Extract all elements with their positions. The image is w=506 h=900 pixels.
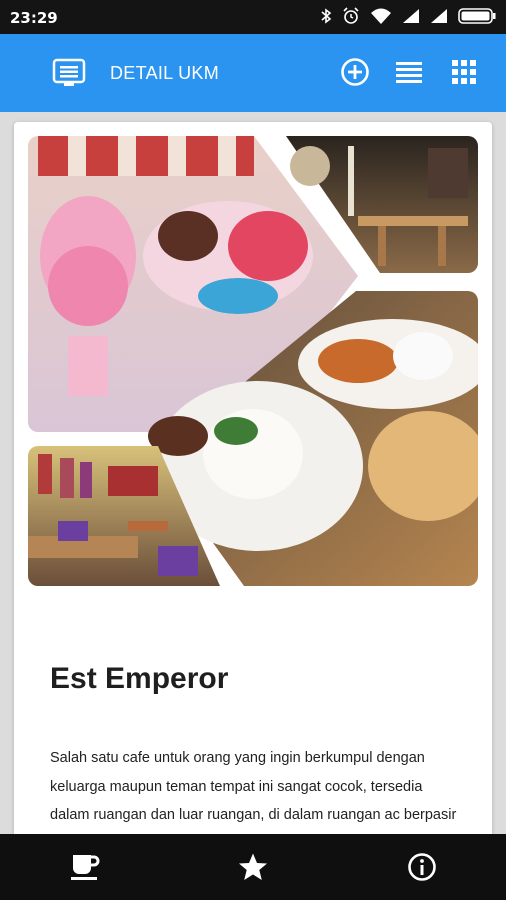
signal-icon-1 bbox=[402, 8, 420, 24]
battery-icon bbox=[458, 8, 496, 24]
bluetooth-icon bbox=[320, 7, 332, 25]
ukm-name: Est Emperor bbox=[50, 662, 229, 695]
status-bar: 23:29 bbox=[0, 0, 506, 34]
ukm-description: Salah satu cafe untuk orang yang ingin b… bbox=[50, 750, 457, 823]
alarm-icon bbox=[342, 7, 360, 25]
status-time: 23:29 bbox=[10, 9, 58, 27]
app-bar: DETAIL UKM bbox=[0, 34, 506, 112]
add-circle-icon[interactable] bbox=[339, 56, 371, 88]
list-view-icon[interactable] bbox=[393, 56, 425, 88]
status-icons bbox=[320, 7, 496, 25]
star-icon[interactable] bbox=[236, 850, 270, 884]
page-title: DETAIL UKM bbox=[110, 63, 220, 83]
signal-icon-2 bbox=[430, 8, 448, 24]
wifi-icon bbox=[370, 7, 392, 25]
photo-collage bbox=[28, 136, 478, 586]
info-icon[interactable] bbox=[405, 850, 439, 884]
grid-view-icon[interactable] bbox=[448, 56, 480, 88]
coffee-cup-icon[interactable] bbox=[68, 850, 102, 884]
bottom-nav bbox=[0, 834, 506, 900]
ukm-card: Est Emperor Salah satu cafe untuk orang … bbox=[14, 122, 492, 834]
content-area[interactable]: Est Emperor Salah satu cafe untuk orang … bbox=[0, 112, 506, 834]
list-card-icon bbox=[52, 58, 86, 93]
